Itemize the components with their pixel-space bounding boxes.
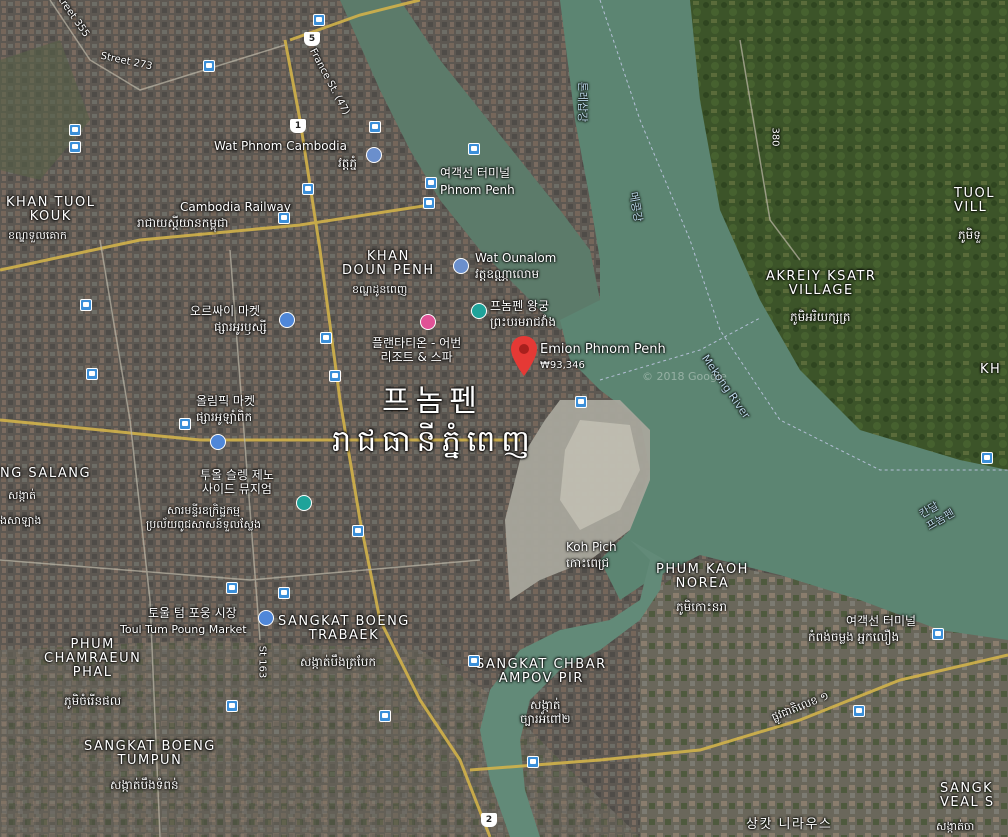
olympic-market-km-label: ផ្សារអូឡាំពិក	[196, 410, 253, 424]
koh-pich-km-label: កោះពេជ្រ	[566, 556, 610, 570]
bus-stop-icon[interactable]	[379, 710, 391, 722]
bus-stop-icon[interactable]	[320, 332, 332, 344]
route-shield-5: 5	[304, 32, 320, 46]
temple-icon[interactable]	[366, 147, 382, 163]
bus-stop-icon[interactable]	[329, 370, 341, 382]
route-shield-1: 1	[290, 119, 306, 133]
salang-label: NG SALANG	[0, 466, 92, 481]
royal-palace-km-label: ព្រះបរមរាជវាំង	[490, 315, 556, 329]
bus-stop-icon[interactable]	[853, 705, 865, 717]
kh-edge-label: KH	[980, 362, 1002, 377]
bus-stop-icon[interactable]	[69, 124, 81, 136]
bus-stop-icon[interactable]	[369, 121, 381, 133]
bus-stop-icon[interactable]	[352, 525, 364, 537]
museum-icon[interactable]	[296, 495, 312, 511]
bus-stop-icon[interactable]	[425, 177, 437, 189]
ferry-terminal-ko-label: 여객선 터미널	[440, 166, 511, 180]
bus-stop-icon[interactable]	[981, 452, 993, 464]
royal-palace-ko-label[interactable]: 프놈펜 왕궁	[490, 299, 549, 313]
koh-pich-label[interactable]: Koh Pich	[566, 540, 617, 554]
shopping-icon[interactable]	[210, 434, 226, 450]
wat-phnom-km-label: វត្តភ្នំ	[338, 156, 358, 170]
khan-doun-penh-km-label: ខណ្ឌដូនពេញ	[352, 283, 408, 296]
wat-phnom-label[interactable]: Wat Phnom Cambodia	[214, 139, 347, 153]
orussey-market-ko-label[interactable]: 오르싸이 마켓	[190, 304, 260, 318]
wat-ounalom-km-label: វត្តឧណ្ណាលោម	[475, 267, 540, 281]
orussey-market-km-label: ផ្សារអូរឫស្សី	[214, 320, 267, 334]
bus-stop-icon[interactable]	[86, 368, 98, 380]
bus-stop-icon[interactable]	[313, 14, 325, 26]
salang-km1-label: សង្កាត់	[8, 489, 36, 502]
shopping-icon[interactable]	[258, 610, 274, 626]
map-watermark: © 2018 Google	[642, 370, 727, 383]
bus-stop-icon[interactable]	[468, 655, 480, 667]
toul-tum-poung-label[interactable]: Toul Tum Poung Market	[120, 623, 247, 637]
location-pin-icon[interactable]	[511, 336, 537, 376]
railway-km-label: រាជាយស្តីយានកម្ពុជា	[137, 216, 229, 230]
phum-chamraeun-label: PHUM CHAMRAEUN PHAL	[44, 637, 142, 680]
bus-stop-icon[interactable]	[203, 60, 215, 72]
bus-stop-icon[interactable]	[226, 582, 238, 594]
khan-tuol-kouk-km-label: ខណ្ឌទួលគោក	[8, 229, 67, 242]
akreiy-ksatr-km-label: ភូមិអរិយក្សត្រ	[790, 310, 851, 324]
railway-label[interactable]: Cambodia Railway	[180, 200, 291, 214]
city-name-km-label: រាជធានីភ្នំពេញ	[332, 424, 536, 459]
sangkat-veal-label: SANGK VEAL S	[940, 781, 995, 810]
bus-stop-icon[interactable]	[278, 587, 290, 599]
map-canvas[interactable]: 5 1 2 Street 355 Street 273 France St. (…	[0, 0, 1008, 837]
bus-stop-icon[interactable]	[575, 396, 587, 408]
tuol-sleng-museum-label[interactable]: 투올 슬렝 제노 사이드 뮤지엄	[200, 468, 274, 496]
chbar-ampov-label: SANGKAT CHBAR AMPOV PIR	[476, 657, 607, 686]
bus-stop-icon[interactable]	[80, 299, 92, 311]
plantation-resort-label[interactable]: 플랜타티온 - 어번 리조트 & 스파	[372, 336, 461, 364]
ferry-icon[interactable]	[468, 143, 480, 155]
ferry-terminal-label[interactable]: Phnom Penh	[440, 183, 515, 197]
bus-stop-icon[interactable]	[226, 700, 238, 712]
tuol-village-km-label: ភូមិទួ	[958, 228, 981, 242]
palace-icon[interactable]	[471, 303, 487, 319]
tuol-sleng-km-label: សារមន្ទីរឧក្រិដ្ឋកម្ម ប្រល័យពូជសាសន៍ទួលស…	[146, 504, 261, 531]
shopping-icon[interactable]	[279, 312, 295, 328]
ferry-icon[interactable]	[932, 628, 944, 640]
bus-stop-icon[interactable]	[69, 141, 81, 153]
bus-stop-icon[interactable]	[527, 756, 539, 768]
boeng-tumpun-km-label: សង្កាត់បឹងទំពន់	[110, 778, 179, 792]
st-163-label: St 163	[256, 645, 268, 679]
salang-km2-label: ងសាឡាង	[0, 514, 42, 527]
akreiy-ksatr-label: AKREIY KSATR VILLAGE	[766, 269, 877, 298]
ferry-terminal-2-km-label: កំពង់ចម្លង អ្នកលឿង	[808, 630, 900, 644]
city-name-ko-label: 프놈펜	[382, 384, 483, 419]
khan-doun-penh-label: KHAN DOUN PENH	[342, 249, 435, 278]
boeng-tumpun-label: SANGKAT BOENG TUMPUN	[84, 739, 216, 768]
wat-ounalom-label[interactable]: Wat Ounalom	[475, 251, 556, 265]
phum-kaoh-norea-km-label: ភូមិកោះនរា	[676, 600, 727, 614]
sangkat-bottom-label: 상캇 니라우스	[746, 817, 833, 832]
toul-tum-poung-ko-label[interactable]: 토울 텀 포웅 시장	[148, 606, 237, 620]
train-icon[interactable]	[278, 212, 290, 224]
hotel-icon[interactable]	[420, 314, 436, 330]
temple-icon[interactable]	[453, 258, 469, 274]
route-shield-2: 2	[481, 813, 497, 827]
road-380-label: 380	[769, 127, 781, 147]
chbar-ampov-km-label: សង្កាត់ ច្បារអំពៅ២	[520, 698, 571, 726]
boeng-trabaek-label: SANGKAT BOENG TRABAEK	[278, 614, 410, 643]
tonle-sap-label: 톤레삽강	[576, 81, 590, 123]
bus-stop-icon[interactable]	[423, 197, 435, 209]
olympic-market-ko-label[interactable]: 올림픽 마켓	[196, 394, 255, 408]
khan-tuol-kouk-label: KHAN TUOL KOUK	[6, 195, 96, 224]
phum-kaoh-norea-label: PHUM KAOH NOREA	[656, 562, 749, 591]
boeng-trabaek-km-label: សង្កាត់បឹងត្របែក	[300, 655, 376, 669]
bus-stop-icon[interactable]	[302, 183, 314, 195]
bus-stop-icon[interactable]	[179, 418, 191, 430]
emion-price-label: ₩93,346	[540, 360, 585, 371]
emion-hotel-label[interactable]: Emion Phnom Penh	[540, 343, 666, 357]
sangkat-veal-km-label: សង្កាត់ចា	[936, 820, 975, 833]
tuol-village-label: TUOL VILL	[954, 186, 995, 215]
phum-chamraeun-km-label: ភូមិចំរើនផល	[64, 694, 122, 708]
ferry-terminal-2-ko-label[interactable]: 여객선 터미널	[846, 614, 916, 628]
